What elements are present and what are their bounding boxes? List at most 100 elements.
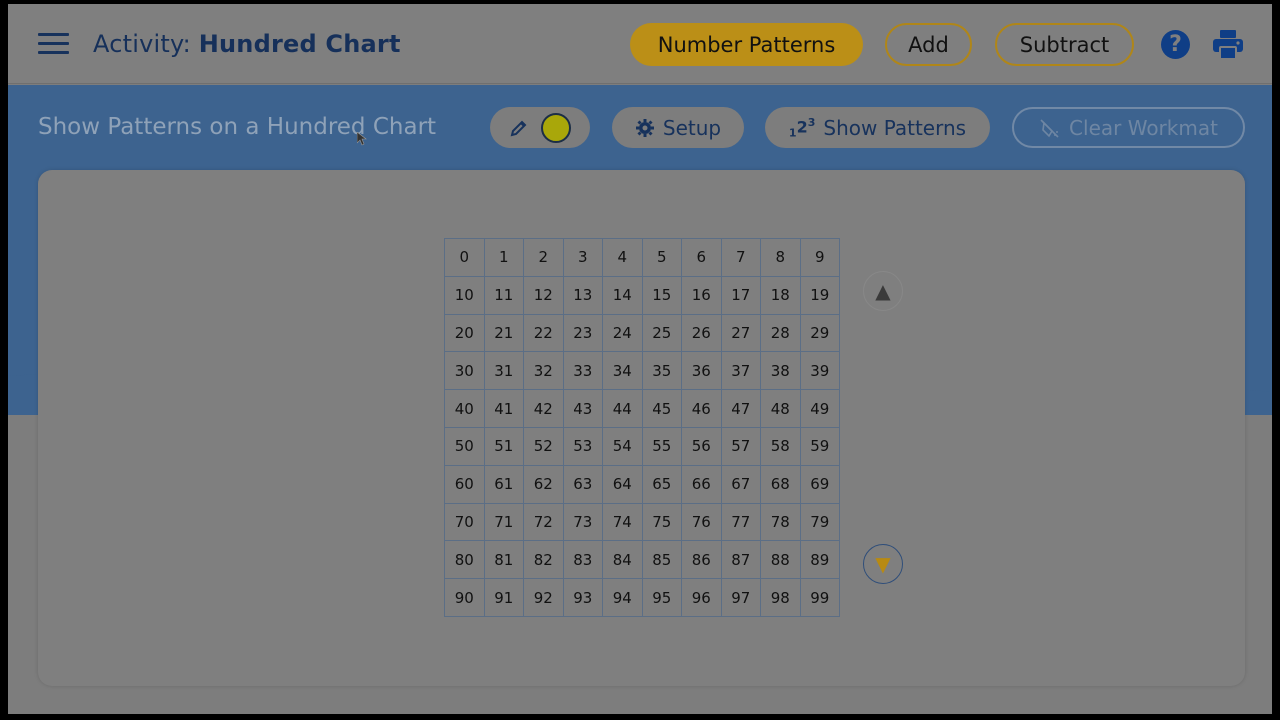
chart-cell[interactable]: 50 [444,426,485,466]
chart-cell[interactable]: 9 [799,238,840,277]
subtract-button[interactable]: Subtract [995,23,1134,66]
chart-cell[interactable]: 15 [641,275,682,315]
print-icon[interactable] [1212,29,1244,60]
chart-cell[interactable]: 61 [483,464,524,504]
chart-cell[interactable]: 49 [799,389,840,428]
chart-cell[interactable]: 42 [523,389,564,428]
chart-cell[interactable]: 59 [799,426,840,466]
chart-cell[interactable]: 27 [720,313,761,353]
chart-cell[interactable]: 63 [562,464,603,504]
chart-cell[interactable]: 45 [641,389,682,428]
chart-cell[interactable]: 96 [681,578,722,617]
chart-cell[interactable]: 36 [681,351,722,391]
chart-cell[interactable]: 98 [760,578,801,617]
chart-cell[interactable]: 44 [602,389,643,428]
scroll-down-button[interactable]: ▼ [863,544,903,584]
chart-cell[interactable]: 76 [681,502,722,542]
menu-icon[interactable] [38,33,69,55]
chart-cell[interactable]: 12 [523,275,564,315]
chart-cell[interactable]: 82 [523,540,564,580]
chart-cell[interactable]: 93 [562,578,603,617]
chart-cell[interactable]: 34 [602,351,643,391]
chart-cell[interactable]: 19 [799,275,840,315]
chart-cell[interactable]: 16 [681,275,722,315]
chart-cell[interactable]: 87 [720,540,761,580]
chart-cell[interactable]: 79 [799,502,840,542]
chart-cell[interactable]: 17 [720,275,761,315]
chart-cell[interactable]: 83 [562,540,603,580]
chart-cell[interactable]: 37 [720,351,761,391]
chart-cell[interactable]: 77 [720,502,761,542]
chart-cell[interactable]: 43 [562,389,603,428]
chart-cell[interactable]: 51 [483,426,524,466]
chart-cell[interactable]: 2 [523,238,564,277]
chart-cell[interactable]: 48 [760,389,801,428]
help-icon[interactable]: ? [1161,30,1190,59]
number-patterns-button[interactable]: Number Patterns [630,23,863,66]
show-patterns-button[interactable]: 123 Show Patterns [765,107,990,148]
chart-cell[interactable]: 52 [523,426,564,466]
add-button[interactable]: Add [885,23,972,66]
chart-cell[interactable]: 62 [523,464,564,504]
chart-cell[interactable]: 33 [562,351,603,391]
chart-cell[interactable]: 99 [799,578,840,617]
chart-cell[interactable]: 31 [483,351,524,391]
chart-cell[interactable]: 24 [602,313,643,353]
chart-cell[interactable]: 41 [483,389,524,428]
pen-color-button[interactable] [490,107,590,148]
chart-cell[interactable]: 78 [760,502,801,542]
chart-cell[interactable]: 95 [641,578,682,617]
chart-cell[interactable]: 20 [444,313,485,353]
chart-cell[interactable]: 86 [681,540,722,580]
chart-cell[interactable]: 55 [641,426,682,466]
chart-cell[interactable]: 89 [799,540,840,580]
chart-cell[interactable]: 97 [720,578,761,617]
chart-cell[interactable]: 4 [602,238,643,277]
chart-cell[interactable]: 32 [523,351,564,391]
chart-cell[interactable]: 40 [444,389,485,428]
chart-cell[interactable]: 65 [641,464,682,504]
chart-cell[interactable]: 10 [444,275,485,315]
chart-cell[interactable]: 84 [602,540,643,580]
chart-cell[interactable]: 28 [760,313,801,353]
chart-cell[interactable]: 6 [681,238,722,277]
chart-cell[interactable]: 39 [799,351,840,391]
chart-cell[interactable]: 53 [562,426,603,466]
chart-cell[interactable]: 56 [681,426,722,466]
chart-cell[interactable]: 57 [720,426,761,466]
chart-cell[interactable]: 88 [760,540,801,580]
chart-cell[interactable]: 23 [562,313,603,353]
chart-cell[interactable]: 60 [444,464,485,504]
chart-cell[interactable]: 35 [641,351,682,391]
chart-cell[interactable]: 38 [760,351,801,391]
chart-cell[interactable]: 67 [720,464,761,504]
chart-cell[interactable]: 13 [562,275,603,315]
chart-cell[interactable]: 25 [641,313,682,353]
chart-cell[interactable]: 71 [483,502,524,542]
setup-button[interactable]: Setup [612,107,744,148]
chart-cell[interactable]: 18 [760,275,801,315]
chart-cell[interactable]: 94 [602,578,643,617]
chart-cell[interactable]: 92 [523,578,564,617]
chart-cell[interactable]: 66 [681,464,722,504]
chart-cell[interactable]: 8 [760,238,801,277]
chart-cell[interactable]: 91 [483,578,524,617]
chart-cell[interactable]: 5 [641,238,682,277]
chart-cell[interactable]: 47 [720,389,761,428]
chart-cell[interactable]: 68 [760,464,801,504]
chart-cell[interactable]: 3 [562,238,603,277]
chart-cell[interactable]: 81 [483,540,524,580]
chart-cell[interactable]: 72 [523,502,564,542]
chart-cell[interactable]: 29 [799,313,840,353]
chart-cell[interactable]: 30 [444,351,485,391]
chart-cell[interactable]: 21 [483,313,524,353]
chart-cell[interactable]: 90 [444,578,485,617]
chart-cell[interactable]: 26 [681,313,722,353]
chart-cell[interactable]: 11 [483,275,524,315]
chart-cell[interactable]: 75 [641,502,682,542]
chart-cell[interactable]: 54 [602,426,643,466]
chart-cell[interactable]: 80 [444,540,485,580]
chart-cell[interactable]: 64 [602,464,643,504]
chart-cell[interactable]: 22 [523,313,564,353]
chart-cell[interactable]: 73 [562,502,603,542]
